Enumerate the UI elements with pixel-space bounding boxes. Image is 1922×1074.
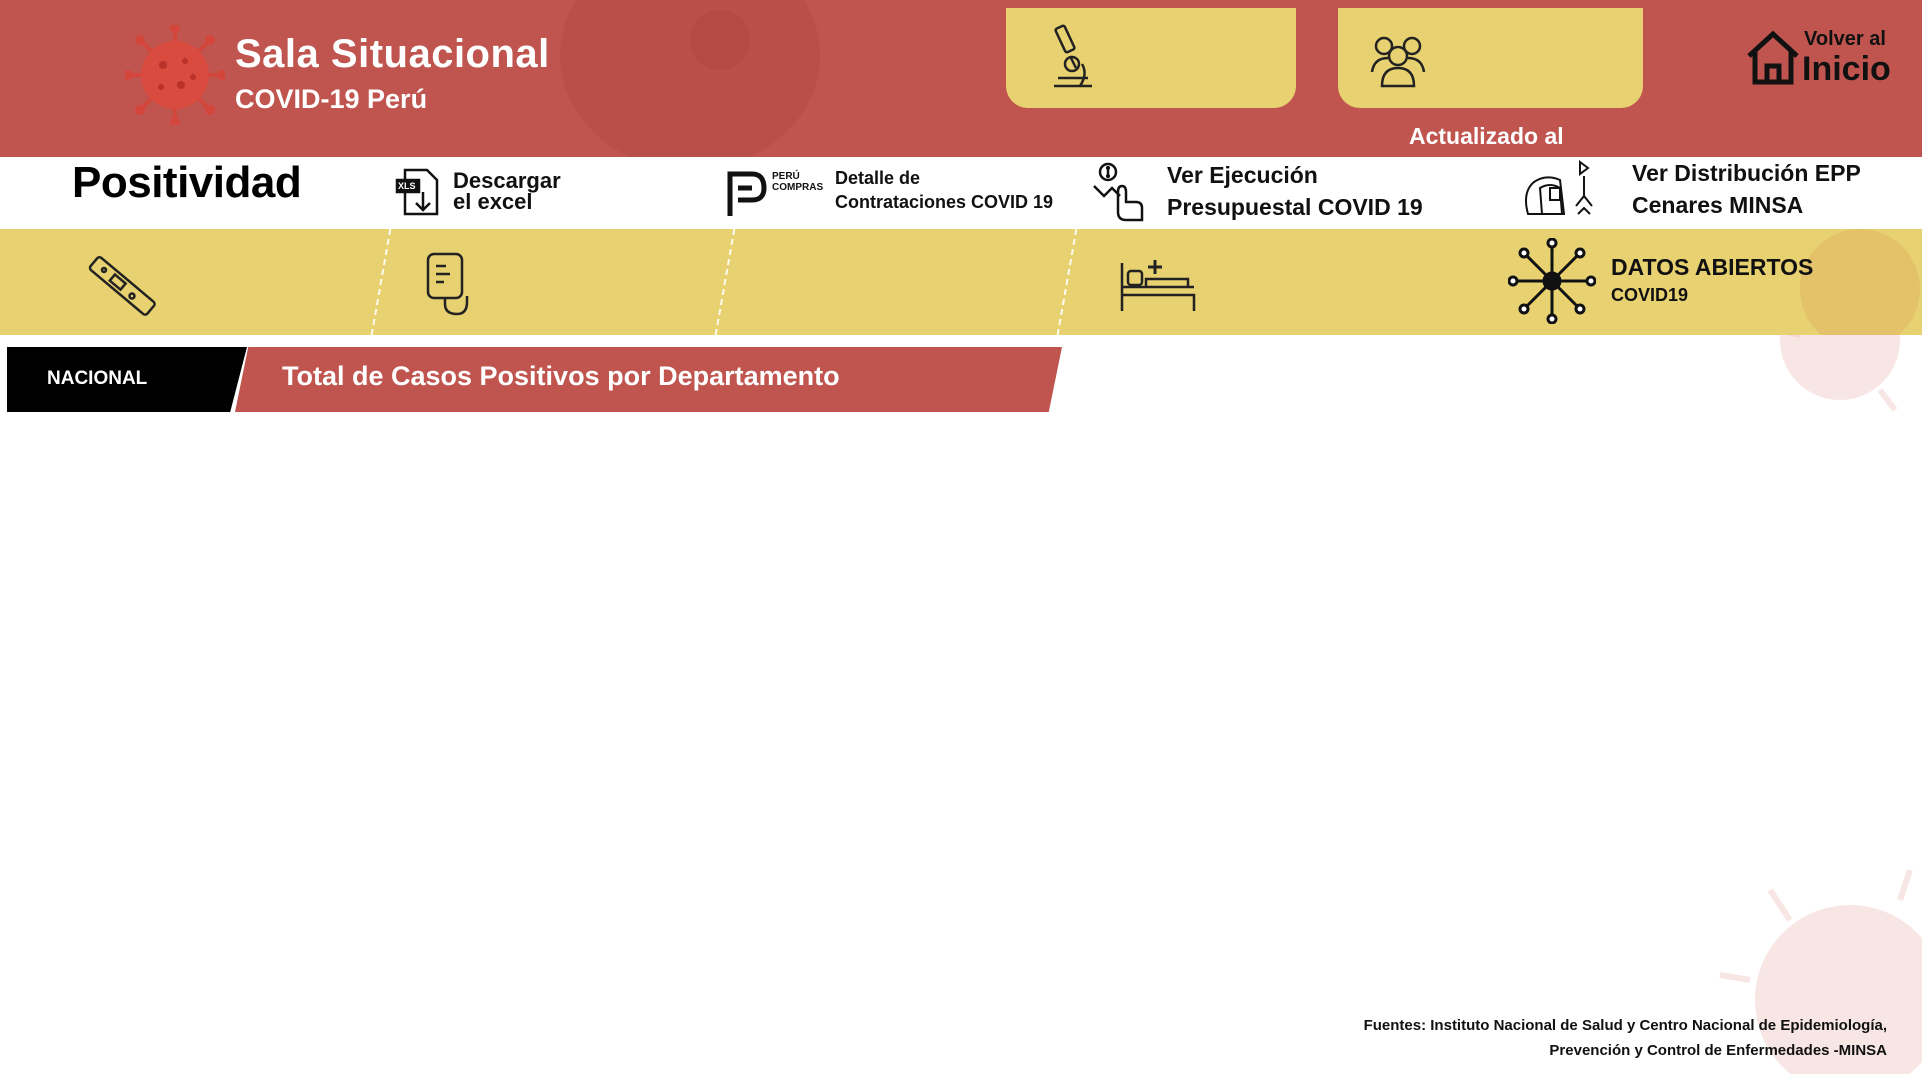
rapid-test-icon — [88, 255, 156, 316]
home-icon — [1747, 30, 1799, 85]
home-button-label-line2: Inicio — [1802, 50, 1891, 88]
budget-hand-icon — [1093, 162, 1144, 222]
network-hub-icon — [1508, 238, 1596, 324]
budget-label-line1: Ver Ejecución — [1167, 162, 1318, 188]
epp-distribution-link[interactable]: Ver Distribución EPP Cenares MINSA — [1520, 158, 1900, 224]
open-data-button[interactable]: DATOS ABIERTOS COVID19 — [1508, 236, 1828, 326]
budget-execution-link[interactable]: Ver Ejecución Presupuestal COVID 19 — [1088, 160, 1428, 226]
scope-label: NACIONAL — [47, 368, 148, 389]
download-label-line2: el excel — [453, 189, 533, 214]
home-button-label-line1: Volver al — [1804, 28, 1886, 50]
peru-compras-logo-line1: PERÚ — [772, 171, 800, 182]
section-title: Total de Casos Positivos por Departament… — [282, 361, 840, 391]
nav-rapid-test-button[interactable] — [80, 250, 160, 320]
updated-label: Actualizado al — [1409, 123, 1564, 149]
people-group-icon — [1370, 36, 1426, 88]
header-virus-decoration — [690, 10, 750, 70]
budget-label-line2: Presupuestal COVID 19 — [1167, 194, 1423, 220]
compras-label-line1: Detalle de — [835, 168, 921, 188]
nav-hospital-bed-button[interactable] — [1118, 255, 1198, 315]
sources-text-line2: Prevención y Control de Enfermedades -MI… — [1549, 1042, 1887, 1059]
hospital-bed-icon — [1120, 260, 1196, 311]
header-virus-decoration — [560, 0, 820, 157]
open-data-title: DATOS ABIERTOS — [1611, 254, 1814, 280]
epp-label-line2: Cenares MINSA — [1632, 192, 1804, 218]
iv-bag-icon — [426, 252, 469, 316]
app-title: Sala Situacional — [235, 32, 550, 76]
back-to-home-button[interactable]: Volver al Inicio — [1745, 24, 1915, 94]
xls-label: XLS — [398, 181, 416, 191]
open-data-subtitle: COVID19 — [1611, 285, 1689, 305]
xls-download-icon — [395, 168, 439, 216]
laboratory-card-button[interactable] — [1006, 8, 1296, 108]
microscope-icon — [1054, 24, 1092, 88]
sources-text-line1: Fuentes: Instituto Nacional de Salud y C… — [1363, 1017, 1887, 1034]
peru-compras-logo — [727, 171, 767, 216]
coronavirus-logo-icon — [125, 25, 225, 125]
peru-compras-link[interactable]: PERÚ COMPRAS Detalle de Contrataciones C… — [722, 164, 1062, 222]
ppe-equipment-icon — [1525, 160, 1593, 215]
population-card-button[interactable] — [1338, 8, 1643, 108]
epp-label-line1: Ver Distribución EPP — [1632, 160, 1861, 186]
compras-label-line2: Contrataciones COVID 19 — [835, 192, 1054, 212]
nav-iv-bag-button[interactable] — [420, 250, 480, 320]
app-subtitle: COVID-19 Perú — [235, 84, 428, 114]
peru-compras-logo-line2: COMPRAS — [772, 182, 824, 193]
download-excel-link[interactable]: XLS Descargar el excel — [393, 166, 573, 221]
page-title: Positividad — [72, 158, 302, 207]
